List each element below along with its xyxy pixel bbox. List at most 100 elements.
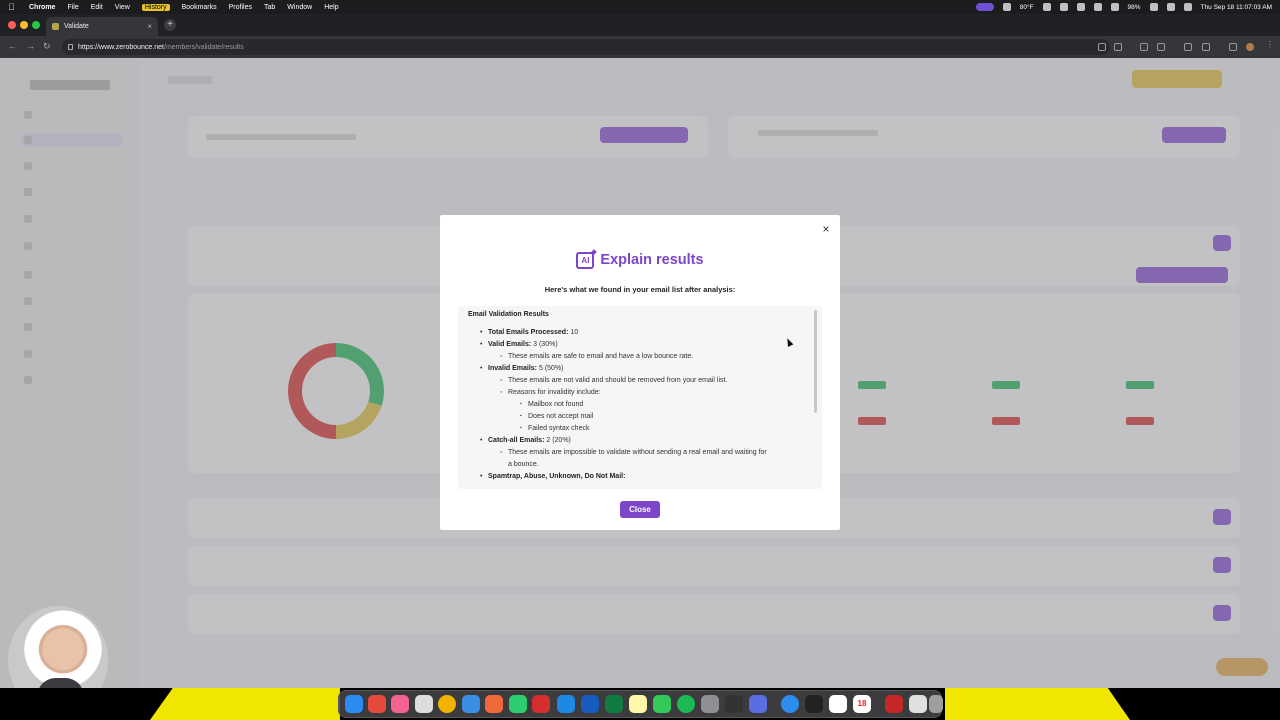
modal-title-row: AI Explain results [440, 250, 840, 270]
window-minimize-icon[interactable] [20, 21, 28, 29]
screen-record-icon[interactable] [975, 3, 994, 11]
macos-dock: 18 [338, 690, 943, 718]
reason-item: Does not accept mail [520, 412, 593, 421]
url-host: https://www.zerobounce.net [78, 43, 164, 51]
browser-tab-strip: Validate × + [0, 14, 1280, 36]
browser-toolbar: ← → ↻ https://www.zerobounce.net /member… [0, 36, 1280, 58]
invalid-emails-line: Invalid Emails: 5 (50%) [480, 364, 564, 373]
macos-menu-bar:  Chrome File Edit View History Bookmark… [0, 0, 1280, 14]
app-icon-3[interactable] [391, 695, 409, 713]
ai-sparkle-icon: AI [576, 251, 595, 269]
app-icon-21[interactable] [829, 695, 847, 713]
wifi-icon[interactable] [1149, 3, 1158, 11]
status-area: 80°F 98% Thu Sep 18 11:07:03 AM [975, 0, 1272, 14]
document-icon[interactable] [909, 695, 927, 713]
cloud-icon[interactable] [1093, 3, 1102, 11]
trash-icon[interactable] [929, 695, 943, 713]
menu-edit[interactable]: Edit [91, 4, 103, 11]
reason-item: Failed syntax check [520, 424, 590, 433]
terminal-icon[interactable] [805, 695, 823, 713]
password-key-icon[interactable] [1098, 43, 1106, 51]
notes-icon[interactable] [629, 695, 647, 713]
menu-clock[interactable]: Thu Sep 18 11:07:03 AM [1201, 4, 1272, 11]
new-tab-icon[interactable]: + [164, 19, 176, 31]
reload-icon[interactable]: ↻ [43, 41, 51, 52]
extension-icon[interactable] [1140, 43, 1148, 51]
results-panel[interactable]: Email Validation Results Total Emails Pr… [458, 306, 822, 489]
menu-tab[interactable]: Tab [264, 4, 275, 11]
close-icon[interactable]: × [820, 223, 832, 235]
results-heading: Email Validation Results [468, 311, 549, 318]
forward-icon[interactable]: → [26, 41, 35, 51]
tab-close-icon[interactable]: × [147, 22, 152, 31]
pdf-icon[interactable] [885, 695, 903, 713]
favicon-icon [52, 23, 59, 30]
invalid-value: 5 (50%) [538, 365, 564, 372]
invalid-label: Invalid Emails: [488, 365, 538, 372]
vpn-icon[interactable] [1110, 3, 1119, 11]
app-icon-18[interactable] [749, 695, 767, 713]
back-icon[interactable]: ← [8, 41, 17, 51]
weather-temp[interactable]: 80°F [1020, 4, 1034, 11]
chrome-icon[interactable] [438, 695, 456, 713]
activity-monitor-icon[interactable] [725, 695, 743, 713]
app-icon-19[interactable] [781, 695, 799, 713]
profile-avatar[interactable] [1246, 43, 1254, 51]
spotlight-icon[interactable] [1166, 3, 1175, 11]
menu-app-name[interactable]: Chrome [29, 4, 55, 11]
app-icon-10[interactable] [557, 695, 575, 713]
window-zoom-icon[interactable] [32, 21, 40, 29]
openai-icon[interactable] [415, 695, 433, 713]
side-panel-icon[interactable] [1184, 43, 1192, 51]
other-label: Spamtrap, Abuse, Unknown, Do Not Mail: [488, 473, 626, 480]
settings-icon[interactable] [701, 695, 719, 713]
explain-results-modal: × AI Explain results Here's what we foun… [440, 215, 840, 530]
menu-extra-icon[interactable] [1042, 3, 1051, 11]
total-emails-line: Total Emails Processed: 10 [480, 328, 578, 337]
total-label: Total Emails Processed: [488, 329, 569, 336]
close-button[interactable]: Close [620, 501, 660, 518]
menu-profiles[interactable]: Profiles [229, 4, 252, 11]
acrobat-icon[interactable] [532, 695, 550, 713]
word-icon[interactable] [581, 695, 599, 713]
battery-percent[interactable]: 98% [1128, 4, 1141, 11]
valid-value: 3 (30%) [533, 341, 558, 348]
catchall-value: 2 (20%) [546, 437, 571, 444]
bookmarks-icon[interactable] [1202, 43, 1210, 51]
grid-icon[interactable] [1059, 3, 1068, 11]
menu-file[interactable]: File [67, 4, 78, 11]
finder-icon[interactable] [345, 695, 363, 713]
tab-title: Validate [64, 23, 89, 30]
app-icon-8[interactable] [509, 695, 527, 713]
address-bar[interactable]: https://www.zerobounce.net /members/vali… [62, 39, 1110, 55]
control-center-icon[interactable] [1183, 3, 1192, 11]
safari-icon[interactable] [462, 695, 480, 713]
control-icon[interactable] [1002, 3, 1011, 11]
app-icon-2[interactable] [368, 695, 386, 713]
invalid-reasons-label: Reasons for invalidity include: [500, 388, 601, 397]
valid-label: Valid Emails: [488, 341, 532, 348]
bookmark-star-icon[interactable] [1114, 43, 1122, 51]
menu-bookmarks[interactable]: Bookmarks [182, 4, 217, 11]
window-close-icon[interactable] [8, 21, 16, 29]
valid-emails-line: Valid Emails: 3 (30%) [480, 340, 558, 349]
spotify-icon[interactable] [677, 695, 695, 713]
chrome-menu-icon[interactable]: ⋮ [1266, 40, 1274, 49]
browser-tab-validate[interactable]: Validate × [46, 17, 158, 36]
site-info-icon[interactable] [68, 44, 73, 50]
results-scrollbar[interactable] [814, 310, 817, 413]
messages-icon[interactable] [653, 695, 671, 713]
excel-icon[interactable] [605, 695, 623, 713]
download-icon[interactable] [1229, 43, 1237, 51]
menu-view[interactable]: View [115, 4, 130, 11]
calendar-icon[interactable]: 18 [853, 695, 871, 713]
catchall-label: Catch-all Emails: [488, 437, 545, 444]
app-icon-7[interactable] [485, 695, 503, 713]
modal-subtitle: Here's what we found in your email list … [544, 285, 736, 294]
menu-help[interactable]: Help [324, 4, 338, 11]
menu-history[interactable]: History [141, 3, 170, 11]
apple-icon[interactable]:  [8, 2, 17, 12]
menu-window[interactable]: Window [287, 4, 312, 11]
sound-icon[interactable] [1076, 3, 1085, 11]
puzzle-icon[interactable] [1157, 43, 1165, 51]
